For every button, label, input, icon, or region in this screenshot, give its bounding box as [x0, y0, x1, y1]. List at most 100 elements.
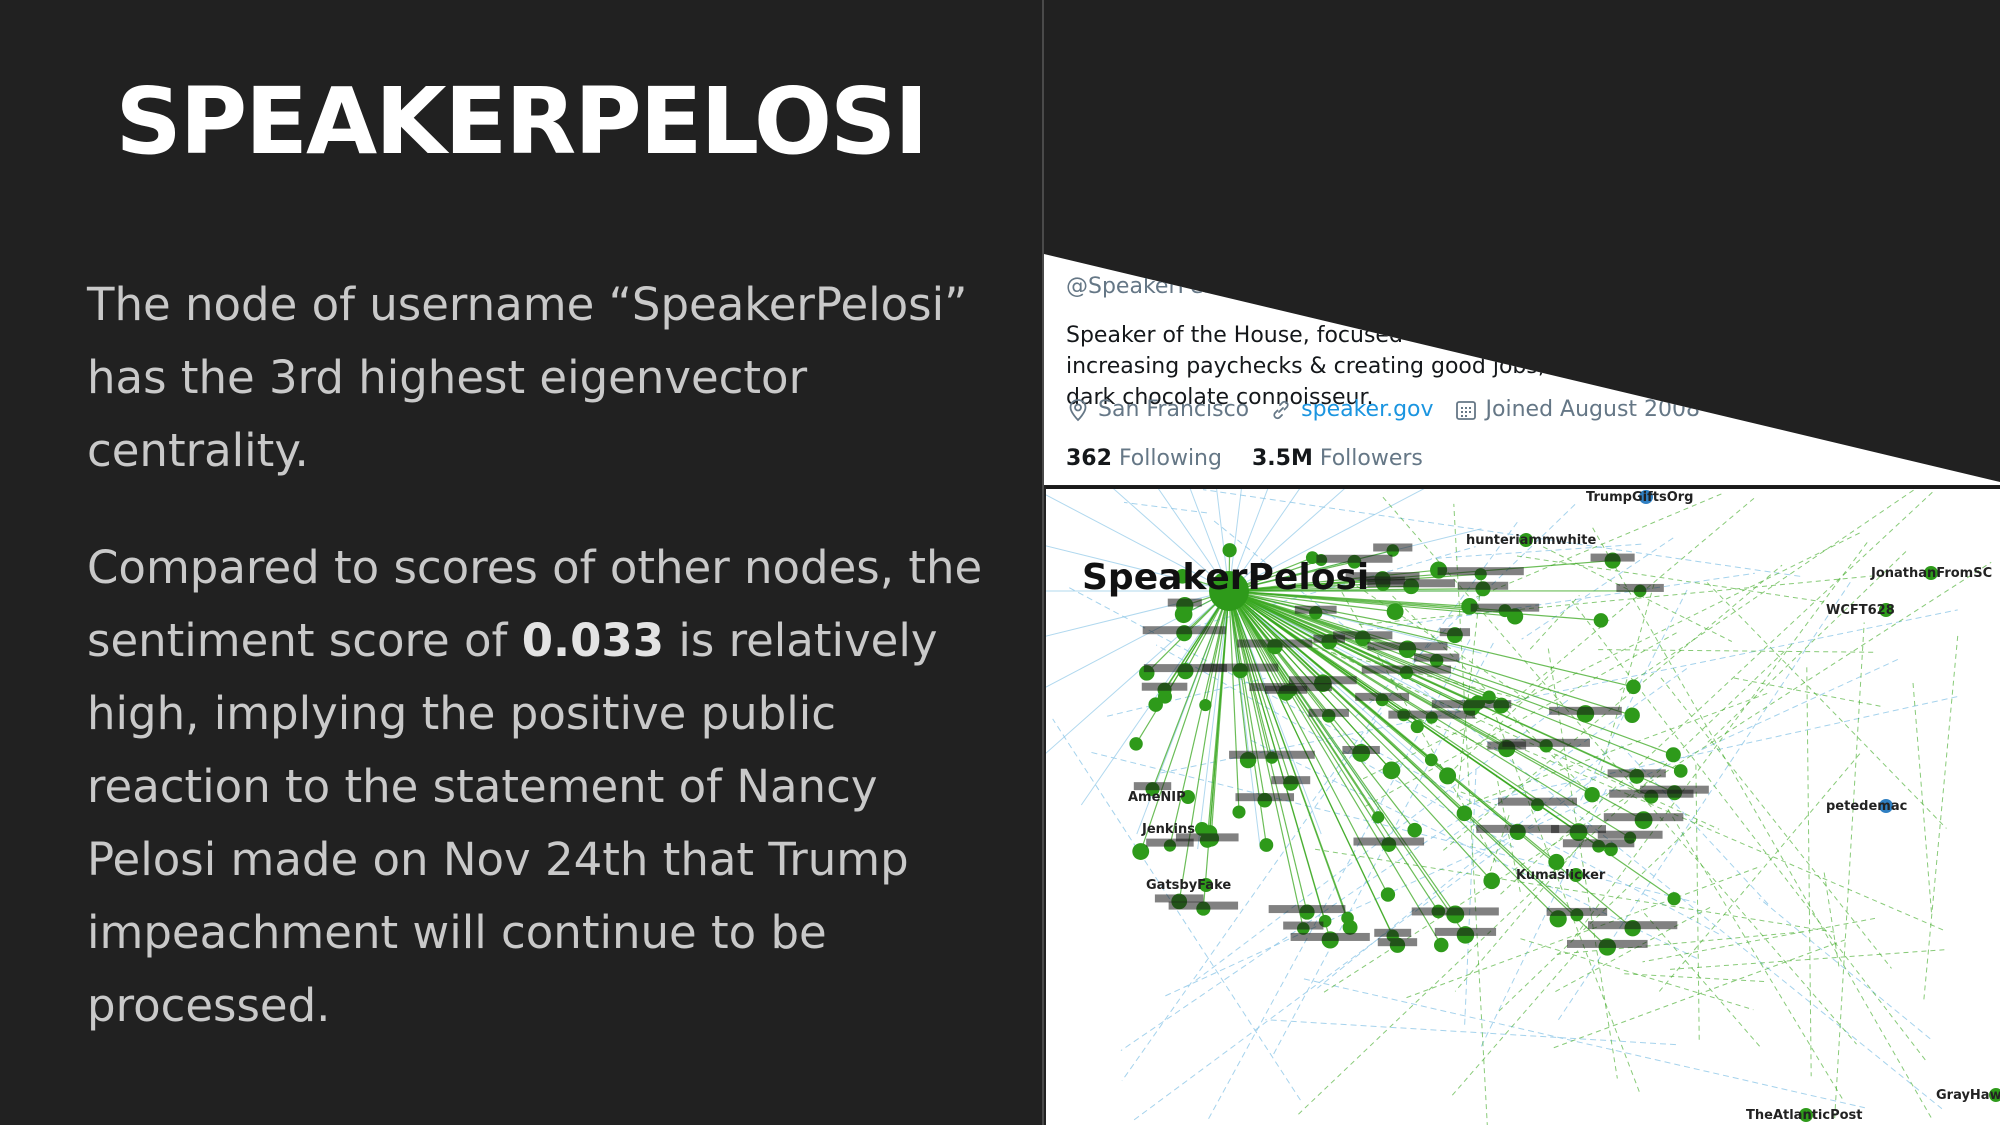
graph-edge	[1734, 677, 1885, 708]
profile-stats-row: 362 Following 3.5M Followers	[1066, 446, 1453, 471]
graph-node-text-smudge	[1290, 932, 1370, 941]
graph-node-text-smudge	[1377, 938, 1418, 947]
graph-node-text-smudge	[1587, 921, 1678, 930]
graph-edge	[1265, 1019, 1676, 1046]
graph-edge	[1517, 497, 1755, 698]
graph-edge	[1123, 501, 1207, 514]
network-graph-image: TrumpGiftsOrg JonathanFromSC WCFT628 petede…	[1046, 486, 2000, 1125]
graph-node	[1410, 720, 1424, 734]
sentiment-score: 0.033	[521, 614, 665, 667]
link-icon	[1273, 400, 1289, 419]
graph-node	[1386, 603, 1404, 621]
graph-node-text-smudge	[1497, 797, 1577, 806]
graph-node-text-smudge	[1590, 553, 1635, 562]
profile-meta-row: San Francisco speaker.gov Joined August …	[1066, 397, 1720, 422]
graph-node	[1341, 911, 1354, 925]
graph-node	[1382, 761, 1401, 780]
graph-node-text-smudge	[1434, 927, 1497, 936]
graph-node	[1483, 872, 1500, 890]
graph-node-text-smudge	[1546, 907, 1608, 916]
graph-node-text-smudge	[1562, 839, 1635, 848]
following-count: 362	[1066, 446, 1112, 471]
graph-edge	[1463, 696, 1958, 807]
followers-label: Followers	[1319, 446, 1423, 471]
graph-node	[1456, 805, 1473, 822]
website-link[interactable]: speaker.gov	[1301, 397, 1433, 422]
following-stat[interactable]: 362 Following	[1066, 446, 1222, 471]
graph-edge	[1303, 978, 1866, 1109]
graph-edge	[1046, 590, 1230, 688]
graph-node-text-smudge	[1342, 745, 1380, 754]
graph-node	[1665, 747, 1681, 763]
graph-node-text-smudge	[1133, 782, 1172, 791]
graph-node-text-smudge	[1143, 664, 1228, 673]
graph-node-text-smudge	[1268, 905, 1346, 914]
graph-node-text-smudge	[1353, 837, 1425, 846]
graph-node	[1673, 764, 1688, 778]
graph-node	[1624, 707, 1640, 724]
graph-node	[1626, 679, 1641, 695]
profile-website[interactable]: speaker.gov	[1269, 397, 1434, 422]
graph-node-label: TrumpGiftsOrg	[1586, 490, 1693, 505]
graph-node	[1434, 937, 1449, 953]
graph-node-text-smudge	[1502, 738, 1590, 747]
graph-node-label: GatsbyFake	[1146, 878, 1231, 893]
followers-stat[interactable]: 3.5M Followers	[1252, 446, 1423, 471]
graph-node-text-smudge	[1235, 793, 1295, 802]
profile-joined: Joined August 2008	[1454, 397, 1700, 422]
sentiment-paragraph: Compared to scores of other nodes, the s…	[87, 531, 1007, 1042]
graph-node-text-smudge	[1361, 665, 1452, 674]
graph-node-text-smudge	[1249, 683, 1332, 692]
network-graph: TrumpGiftsOrg JonathanFromSC WCFT628 petede…	[1046, 489, 2000, 1125]
graph-node-text-smudge	[1308, 708, 1349, 717]
graph-node-text-smudge	[1288, 676, 1357, 685]
graph-node-text-smudge	[1549, 706, 1622, 715]
graph-edge	[1553, 939, 1846, 1049]
location-label: San Francisco	[1098, 397, 1250, 422]
calendar-icon	[1455, 400, 1476, 420]
graph-node-text-smudge	[1603, 813, 1684, 822]
graph-node-text-smudge	[1597, 830, 1663, 839]
graph-edge	[1834, 622, 1865, 1119]
graph-node-text-smudge	[1142, 626, 1226, 635]
location-pin-icon	[1069, 398, 1087, 421]
graph-node-text-smudge	[1607, 769, 1666, 778]
graph-edge	[1823, 869, 1840, 967]
graph-node-text-smudge	[1566, 939, 1648, 948]
graph-node	[1424, 753, 1438, 767]
graph-node-text-smudge	[1294, 605, 1337, 614]
graph-node-text-smudge	[1457, 581, 1509, 590]
graph-node-text-smudge	[1283, 921, 1324, 930]
twitter-profile-screenshot: @SpeakerPelosi Speaker of the House, foc…	[1044, 254, 2000, 485]
graph-node-text-smudge	[1373, 543, 1413, 552]
graph-node-text-smudge	[1367, 642, 1448, 651]
graph-node	[1372, 811, 1385, 824]
graph-node-text-smudge	[1431, 700, 1512, 709]
graph-node	[1148, 697, 1163, 712]
graph-node-label: JonathanFromSC	[1870, 566, 1992, 581]
graph-node	[1259, 838, 1274, 852]
graph-node-text-smudge	[1167, 598, 1202, 607]
graph-node-label: hunteriammwhite	[1466, 533, 1596, 548]
graph-node-text-smudge	[1476, 824, 1560, 833]
graph-node	[1199, 699, 1212, 712]
graph-node-text-smudge	[1616, 583, 1664, 592]
graph-node-text-smudge	[1168, 901, 1239, 910]
graph-node-text-smudge	[1439, 628, 1471, 637]
graph-node-text-smudge	[1154, 894, 1204, 903]
graph-node-label: petedemac	[1826, 799, 1907, 814]
graph-node	[1439, 767, 1457, 785]
graph-node-text-smudge	[1367, 579, 1456, 588]
graph-edge	[1516, 555, 1825, 603]
graph-node-text-smudge	[1437, 567, 1524, 576]
joined-label: Joined August 2008	[1485, 397, 1701, 422]
graph-edge	[1670, 949, 1945, 970]
graph-node-text-smudge	[1271, 776, 1311, 785]
graph-node	[1593, 613, 1609, 628]
slide-text-pane: SPEAKERPELOSI The node of username “Spea…	[0, 0, 1042, 1125]
graph-node-label: TheAtlanticPost	[1746, 1108, 1863, 1123]
slide-title: SPEAKERPELOSI	[115, 68, 928, 175]
graph-edge	[1923, 635, 1959, 1000]
graph-node	[1380, 887, 1396, 902]
graph-edge	[1520, 938, 1754, 1011]
